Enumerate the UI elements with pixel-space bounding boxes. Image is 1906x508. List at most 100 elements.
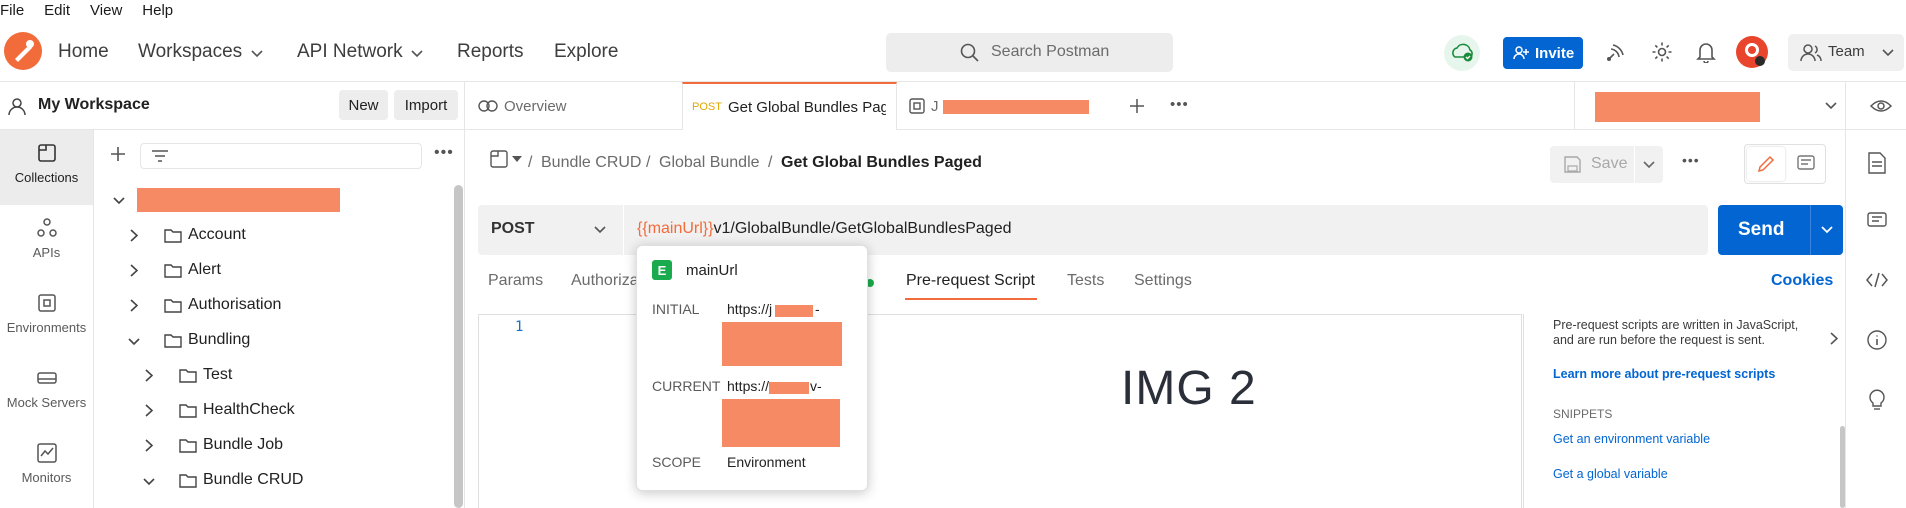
- eye-icon[interactable]: [1870, 98, 1892, 114]
- tree-item-test[interactable]: Test: [94, 358, 454, 393]
- nav-home[interactable]: Home: [58, 41, 109, 63]
- tab-authorization[interactable]: Authoriza: [571, 272, 639, 290]
- breadcrumb-item[interactable]: Global Bundle: [659, 154, 760, 172]
- edit-mode-button[interactable]: [1747, 147, 1785, 181]
- rail-label: Monitors: [21, 470, 72, 485]
- bell-icon[interactable]: [1696, 41, 1716, 63]
- nav-workspaces[interactable]: Workspaces: [138, 41, 242, 63]
- collection-root[interactable]: [94, 183, 454, 218]
- menu-help[interactable]: Help: [142, 1, 173, 20]
- lightbulb-icon[interactable]: [1868, 388, 1886, 410]
- chevron-right-icon[interactable]: [1830, 332, 1838, 345]
- chevron-down-icon: [594, 226, 606, 234]
- cookies-link[interactable]: Cookies: [1771, 272, 1833, 290]
- tab-tests[interactable]: Tests: [1067, 272, 1104, 290]
- line-number: 1: [515, 319, 524, 335]
- url-variable[interactable]: {{mainUrl}}: [637, 220, 714, 237]
- menu-edit[interactable]: Edit: [44, 1, 70, 20]
- tree-item-label: Account: [188, 226, 246, 243]
- search-input[interactable]: Search Postman: [886, 33, 1173, 72]
- environments-icon: [37, 294, 56, 312]
- invite-label: Invite: [1535, 44, 1575, 62]
- rail-mock-servers[interactable]: Mock Servers: [0, 355, 93, 430]
- filter-input[interactable]: [140, 143, 422, 169]
- breadcrumb-separator: /: [528, 154, 533, 171]
- mock-servers-icon: [36, 372, 57, 384]
- initial-value: https://j: [727, 301, 773, 317]
- more-tabs-icon[interactable]: •••: [1170, 96, 1189, 113]
- chevron-right-icon: [145, 404, 153, 417]
- rail-apis[interactable]: APIs: [0, 205, 93, 280]
- rail-collections[interactable]: Collections: [0, 130, 93, 205]
- tab-pre-request-script[interactable]: Pre-request Script: [906, 272, 1035, 290]
- chevron-down-icon[interactable]: [1821, 226, 1833, 234]
- gear-icon[interactable]: [1651, 41, 1673, 63]
- rail-environments[interactable]: Environments: [0, 280, 93, 355]
- method-select[interactable]: POST: [478, 205, 623, 255]
- postman-logo-icon[interactable]: [3, 31, 43, 71]
- send-button[interactable]: Send: [1718, 205, 1843, 255]
- workspace-title[interactable]: My Workspace: [38, 96, 150, 114]
- avatar[interactable]: [1736, 36, 1768, 68]
- comment-icon[interactable]: [1797, 155, 1815, 173]
- folder-icon: [179, 369, 197, 383]
- chevron-down-icon[interactable]: [1825, 102, 1837, 110]
- tab-settings[interactable]: Settings: [1134, 272, 1192, 290]
- folder-icon: [179, 474, 197, 488]
- menu-view[interactable]: View: [90, 1, 122, 20]
- new-button[interactable]: New: [339, 90, 388, 120]
- search-placeholder: Search Postman: [991, 43, 1110, 60]
- tree-item-alert[interactable]: Alert: [94, 253, 454, 288]
- tab-get-global-bundles-paged[interactable]: POST Get Global Bundles Paged: [682, 82, 897, 130]
- breadcrumb-separator: /: [768, 154, 773, 171]
- snippet-link[interactable]: Get a global variable: [1553, 467, 1668, 481]
- save-button[interactable]: Save: [1550, 146, 1663, 183]
- menu-file[interactable]: File: [0, 1, 24, 20]
- tree-item-label: Alert: [188, 261, 221, 278]
- breadcrumb-item[interactable]: Bundle CRUD: [541, 154, 641, 172]
- nav-reports[interactable]: Reports: [457, 41, 524, 63]
- tree-item-bundle-crud[interactable]: Bundle CRUD: [94, 463, 454, 498]
- save-icon: [1564, 156, 1581, 173]
- divider: [1634, 146, 1635, 183]
- code-icon[interactable]: [1866, 272, 1888, 288]
- more-options-icon[interactable]: •••: [434, 144, 454, 162]
- sidebar-scrollbar[interactable]: [454, 185, 463, 508]
- team-button[interactable]: Team: [1788, 34, 1904, 71]
- redacted-environment-selector[interactable]: [1595, 92, 1760, 122]
- breadcrumb: / Bundle CRUD / Global Bundle / Get Glob…: [465, 130, 1845, 193]
- help-panel: Pre-request scripts are written in JavaS…: [1523, 314, 1845, 508]
- satellite-icon[interactable]: [1605, 41, 1627, 63]
- filter-icon: [152, 150, 168, 162]
- snippet-link[interactable]: Get an environment variable: [1553, 432, 1710, 446]
- rail-monitors[interactable]: Monitors: [0, 430, 93, 505]
- tree-item-authorisation[interactable]: Authorisation: [94, 288, 454, 323]
- info-icon[interactable]: [1867, 330, 1887, 350]
- tree-item-healthcheck[interactable]: HealthCheck: [94, 393, 454, 428]
- caret-down-icon[interactable]: [512, 156, 522, 162]
- plus-icon[interactable]: [110, 146, 126, 162]
- tab-params[interactable]: Params: [488, 272, 543, 290]
- more-options-icon[interactable]: •••: [1682, 152, 1700, 168]
- page-title[interactable]: Get Global Bundles Paged: [781, 154, 982, 172]
- tab-redacted[interactable]: J: [897, 82, 1107, 130]
- plus-icon[interactable]: [1129, 98, 1145, 114]
- nav-explore[interactable]: Explore: [554, 41, 618, 63]
- tab-overview[interactable]: Overview: [465, 82, 682, 130]
- learn-more-link[interactable]: Learn more about pre-request scripts: [1553, 367, 1775, 381]
- tree-item-bundle-job[interactable]: Bundle Job: [94, 428, 454, 463]
- script-editor[interactable]: 1: [478, 314, 1522, 508]
- nav-api-network[interactable]: API Network: [297, 41, 403, 63]
- tree-item-bundling[interactable]: Bundling: [94, 323, 454, 358]
- initial-suffix: -: [815, 301, 820, 317]
- redacted-tab-name: [943, 100, 1089, 114]
- invite-button[interactable]: Invite: [1503, 37, 1583, 69]
- tree-item-label: HealthCheck: [203, 401, 295, 418]
- sync-status-icon[interactable]: [1444, 35, 1480, 71]
- documentation-icon[interactable]: [1868, 152, 1886, 174]
- import-button[interactable]: Import: [394, 90, 458, 120]
- folder-icon: [164, 229, 182, 243]
- chevron-down-icon: [143, 478, 155, 486]
- comments-icon[interactable]: [1867, 212, 1887, 230]
- tree-item-account[interactable]: Account: [94, 218, 454, 253]
